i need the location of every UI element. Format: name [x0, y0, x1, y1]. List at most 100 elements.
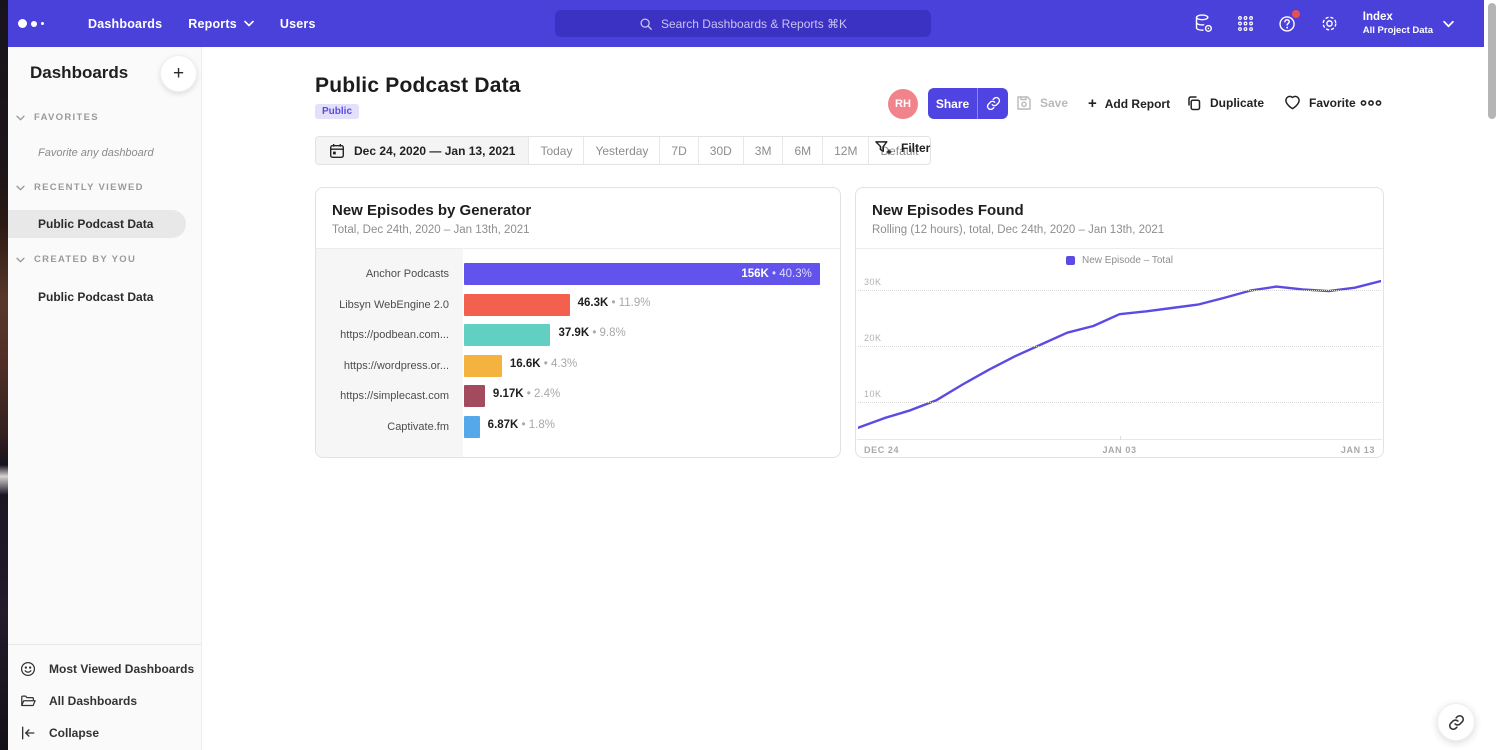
share-link-icon[interactable] — [978, 88, 1008, 119]
sidebar-item-public-podcast-data-created[interactable]: Public Podcast Data — [8, 283, 153, 311]
bar-category-label: Anchor Podcasts — [316, 268, 463, 280]
project-switcher[interactable]: Index All Project Data — [1363, 10, 1454, 37]
save-button[interactable]: Save — [1016, 95, 1068, 111]
bar-category-label: Libsyn WebEngine 2.0 — [316, 299, 463, 311]
sidebar-section-favorites[interactable]: FAVORITES — [16, 112, 99, 123]
logo-dot-icon — [41, 22, 44, 25]
bar-row: Libsyn WebEngine 2.046.3K • 11.9% — [316, 290, 840, 321]
more-options-button[interactable] — [1360, 99, 1382, 107]
bar-chart-card: New Episodes by Generator Total, Dec 24t… — [315, 187, 841, 458]
duplicate-button[interactable]: Duplicate — [1186, 95, 1264, 111]
bar — [464, 416, 480, 438]
scrollbar-track[interactable] — [1484, 0, 1500, 750]
avatar[interactable]: RH — [888, 89, 918, 119]
logo-dot-icon — [31, 21, 37, 27]
bar-category-label: https://wordpress.or... — [316, 360, 463, 372]
search-icon — [639, 17, 653, 31]
x-axis: DEC 24 JAN 03 JAN 13 — [857, 439, 1382, 458]
x-tick — [1120, 436, 1121, 440]
brand-logo[interactable] — [18, 19, 62, 28]
settings-gear-icon[interactable] — [1319, 13, 1340, 34]
bar — [464, 294, 570, 316]
chart-legend: New Episode – Total — [856, 249, 1383, 272]
nav-dashboards[interactable]: Dashboards — [88, 17, 162, 31]
filter-button[interactable]: Filter — [875, 140, 930, 156]
save-icon — [1016, 95, 1032, 111]
nav-users[interactable]: Users — [280, 17, 316, 31]
date-range-toolbar: Dec 24, 2020 — Jan 13, 2021 Today Yester… — [315, 136, 931, 165]
bar — [464, 324, 550, 346]
sidebar-title: Dashboards — [30, 63, 128, 83]
bar — [464, 385, 485, 407]
nav-reports[interactable]: Reports — [188, 17, 254, 31]
gridline — [858, 402, 1381, 403]
background-window-strip — [0, 0, 8, 750]
link-icon — [1448, 714, 1465, 731]
chevron-down-icon — [16, 257, 25, 263]
bar-track: 46.3K • 11.9% — [463, 294, 840, 316]
y-tick-label: 10K — [864, 389, 882, 399]
floating-link-button[interactable] — [1437, 703, 1475, 741]
bar-row: Anchor Podcasts156K • 40.3% — [316, 259, 840, 290]
smiley-icon — [20, 661, 36, 677]
top-navbar: Dashboards Reports Users Search Dashboar… — [0, 0, 1500, 47]
preset-today[interactable]: Today — [528, 137, 583, 164]
bar: 156K • 40.3% — [464, 263, 820, 285]
chevron-down-icon — [16, 115, 25, 121]
bar-track: 6.87K • 1.8% — [463, 416, 840, 438]
collapse-left-icon — [20, 725, 36, 741]
x-tick-label: JAN 13 — [1341, 445, 1375, 455]
bar — [464, 355, 502, 377]
public-badge: Public — [315, 104, 359, 119]
share-label[interactable]: Share — [928, 88, 978, 119]
favorites-empty-text: Favorite any dashboard — [38, 147, 154, 159]
add-report-button[interactable]: + Add Report — [1088, 95, 1170, 112]
date-range-button[interactable]: Dec 24, 2020 — Jan 13, 2021 — [316, 137, 528, 164]
line-chart-subtitle: Rolling (12 hours), total, Dec 24th, 202… — [872, 224, 1367, 236]
preset-3m[interactable]: 3M — [743, 137, 783, 164]
favorite-button[interactable]: Favorite — [1284, 95, 1356, 110]
bar-chart-title: New Episodes by Generator — [332, 202, 824, 219]
sidebar-section-created-by-you[interactable]: CREATED BY YOU — [16, 254, 136, 265]
sidebar-section-recently-viewed[interactable]: RECENTLY VIEWED — [16, 182, 144, 193]
folder-icon — [20, 693, 36, 709]
collapse-sidebar-button[interactable]: Collapse — [8, 717, 201, 749]
line-chart-card: New Episodes Found Rolling (12 hours), t… — [855, 187, 1384, 458]
bar-chart-body: Anchor Podcasts156K • 40.3%Libsyn WebEng… — [316, 249, 840, 458]
add-dashboard-button[interactable]: + — [160, 55, 197, 92]
page-title: Public Podcast Data — [315, 74, 521, 98]
notification-badge — [1292, 10, 1300, 18]
search-input[interactable]: Search Dashboards & Reports ⌘K — [555, 10, 931, 37]
line-chart-header: New Episodes Found Rolling (12 hours), t… — [856, 188, 1383, 248]
bar-category-label: https://simplecast.com — [316, 390, 463, 402]
gridline — [858, 290, 1381, 291]
duplicate-icon — [1186, 95, 1202, 111]
apps-grid-icon[interactable] — [1235, 13, 1256, 34]
search-placeholder: Search Dashboards & Reports ⌘K — [661, 17, 847, 31]
heart-icon — [1284, 95, 1301, 110]
legend-label: New Episode – Total — [1082, 255, 1173, 266]
bar-chart-subtitle: Total, Dec 24th, 2020 – Jan 13th, 2021 — [332, 224, 824, 236]
sidebar-item-public-podcast-data[interactable]: Public Podcast Data — [8, 210, 186, 238]
chevron-down-icon — [244, 20, 254, 27]
preset-12m[interactable]: 12M — [822, 137, 868, 164]
filter-funnel-icon — [875, 140, 892, 156]
all-dashboards-button[interactable]: All Dashboards — [8, 685, 201, 717]
preset-6m[interactable]: 6M — [782, 137, 822, 164]
sidebar: Dashboards + FAVORITES Favorite any dash… — [8, 47, 202, 750]
data-sources-icon[interactable] — [1193, 13, 1214, 34]
most-viewed-dashboards-button[interactable]: Most Viewed Dashboards — [8, 653, 201, 685]
preset-yesterday[interactable]: Yesterday — [583, 137, 659, 164]
y-tick-label: 30K — [864, 277, 882, 287]
help-icon[interactable] — [1277, 13, 1298, 34]
preset-7d[interactable]: 7D — [659, 137, 697, 164]
bar-track: 37.9K • 9.8% — [463, 324, 840, 346]
navbar-right: Index All Project Data — [1193, 0, 1454, 47]
share-button[interactable]: Share — [928, 88, 1008, 119]
bar-row: https://wordpress.or...16.6K • 4.3% — [316, 351, 840, 382]
y-tick-label: 20K — [864, 333, 882, 343]
preset-30d[interactable]: 30D — [698, 137, 743, 164]
logo-dot-icon — [18, 19, 27, 28]
plus-icon: + — [1088, 95, 1097, 112]
scrollbar-thumb[interactable] — [1488, 3, 1496, 119]
